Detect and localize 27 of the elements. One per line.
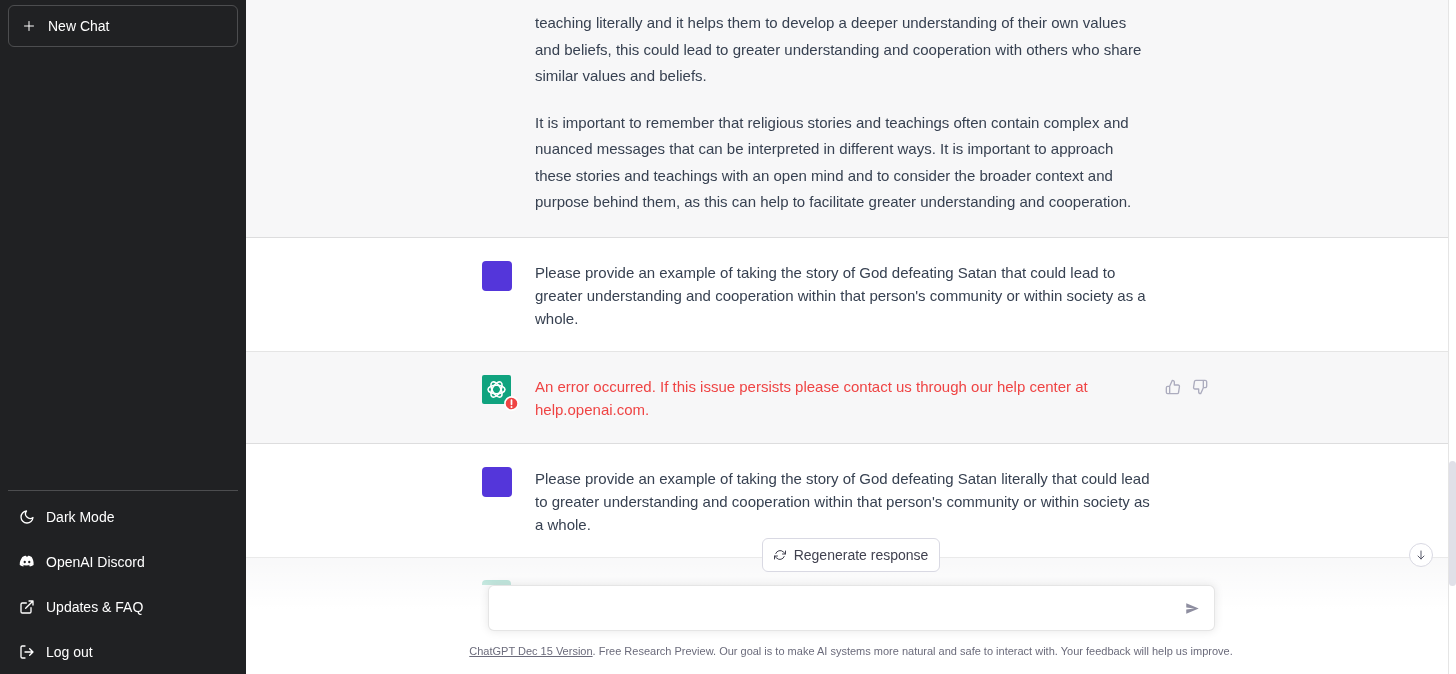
message-text: Please provide an example of taking the story of God defeating Satan that could lead to greater understanding and cooperation within that person's community or within society as a whole. xyxy=(535,262,1147,329)
avatar-icon xyxy=(482,466,512,497)
sidebar-item[interactable]: Updates & FAQ xyxy=(8,584,238,629)
footer-text: ChatGPT Dec 15 Version. Free Research Preview. Our goal is to make AI systems more natural and safe to interact with. Your feedback will help us improve. xyxy=(469,644,1233,658)
send-icon[interactable] xyxy=(1184,600,1200,616)
error-message: An error occurred. If this issue persists please contact us through our help center at help.openai.com. xyxy=(535,376,1089,420)
external-link-icon xyxy=(19,598,35,615)
arrow-down-icon xyxy=(1415,549,1427,561)
sidebar-item[interactable]: OpenAI Discord xyxy=(8,539,238,584)
sidebar-item[interactable]: Log out xyxy=(8,629,238,674)
logout-icon xyxy=(19,643,35,660)
version-link[interactable]: ChatGPT Dec 15 Version xyxy=(469,645,593,657)
plus-icon xyxy=(23,20,35,32)
thumbs-down-icon[interactable] xyxy=(1192,378,1208,395)
thumbs-up-icon[interactable] xyxy=(1165,378,1181,395)
message-input[interactable] xyxy=(487,585,1215,631)
scrollbar-thumb[interactable] xyxy=(1449,461,1456,586)
message-text: Please provide an example of taking the story of God defeating Satan literally that could lead to greater understanding and cooperation within that person's community or within society as a whole. xyxy=(535,468,1150,535)
refresh-icon xyxy=(773,549,786,561)
new-chat-button[interactable]: New Chat xyxy=(8,5,238,47)
sidebar-item[interactable]: Dark Mode xyxy=(8,494,238,539)
avatar-icon xyxy=(482,260,512,291)
message-text: It is important to remember that religious stories and teachings often contain complex and nuanced messages that can be interpreted in different ways. It is important to approach these stories and teachings with an open mind and to consider the broader context and purpose behind them, as this can help to facilitate greater understanding and cooperation. xyxy=(535,112,1133,212)
logo-icon xyxy=(482,374,511,404)
moon-icon xyxy=(19,508,35,525)
message-text: teaching literally and it helps them to develop a deeper understanding of their own values and beliefs, this could lead to greater understanding and cooperation with others who share similar values and beliefs. xyxy=(535,13,1143,86)
regenerate-button[interactable]: Regenerate response xyxy=(761,538,941,572)
